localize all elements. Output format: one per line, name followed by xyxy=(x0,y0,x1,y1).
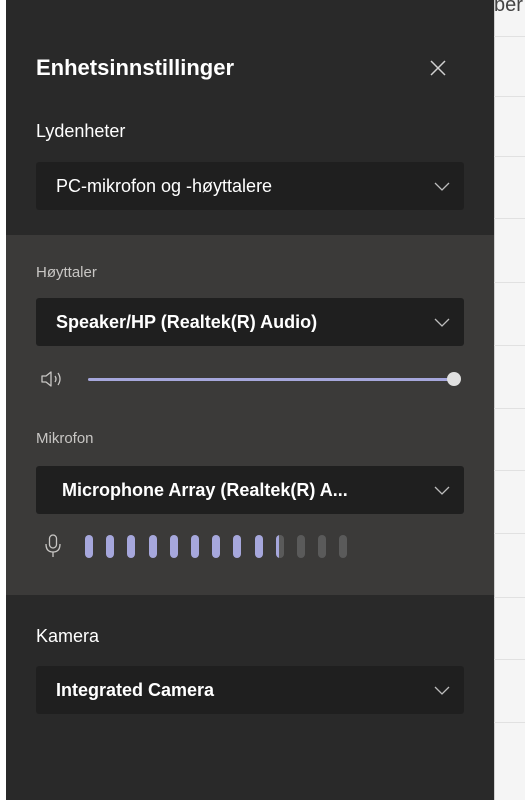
chevron-down-icon xyxy=(434,686,450,695)
background-row-divider xyxy=(494,96,525,97)
audio-devices-selected: PC-mikrofon og -høyttalere xyxy=(56,176,273,196)
background-row-divider xyxy=(494,156,525,157)
background-row-divider xyxy=(494,722,525,723)
background-row-divider xyxy=(494,345,525,346)
camera-dropdown[interactable]: Integrated Camera xyxy=(36,666,464,714)
close-button[interactable] xyxy=(426,56,450,80)
mic-level-bar xyxy=(148,535,157,558)
background-app: ber xyxy=(494,0,525,800)
speaker-mic-section xyxy=(6,235,494,595)
camera-selected: Integrated Camera xyxy=(56,680,215,700)
camera-label: Kamera xyxy=(36,626,100,646)
mic-level-bar xyxy=(106,535,115,558)
background-row-divider xyxy=(494,218,525,219)
device-settings-panel: Enhetsinnstillinger Lydenheter PC-mikrof… xyxy=(6,0,494,800)
background-row-divider xyxy=(494,470,525,471)
speaker-icon xyxy=(41,371,61,387)
speaker-selected: Speaker/HP (Realtek(R) Audio) xyxy=(56,312,318,332)
speaker-dropdown[interactable]: Speaker/HP (Realtek(R) Audio) xyxy=(36,298,464,346)
mic-level-bar xyxy=(85,535,93,558)
audio-devices-label: Lydenheter xyxy=(36,121,126,141)
mic-level-bar xyxy=(212,535,221,558)
mic-level-bar xyxy=(339,535,348,558)
audio-devices-dropdown[interactable]: PC-mikrofon og -høyttalere xyxy=(36,162,464,210)
microphone-icon xyxy=(45,534,61,557)
close-icon xyxy=(430,60,446,76)
panel-title: Enhetsinnstillinger xyxy=(36,55,235,80)
mic-level-bar xyxy=(127,535,136,558)
background-row-divider xyxy=(494,597,525,598)
background-row-divider xyxy=(494,36,525,37)
background-divider xyxy=(494,0,495,800)
speaker-volume-thumb[interactable] xyxy=(447,372,461,386)
background-row-divider xyxy=(494,659,525,660)
chevron-down-icon xyxy=(434,182,450,191)
background-row-divider xyxy=(494,408,525,409)
mic-level-bar xyxy=(318,535,327,558)
speaker-label: Høyttaler xyxy=(36,264,97,281)
background-row-divider xyxy=(494,282,525,283)
mic-level-bar xyxy=(169,535,178,558)
chevron-down-icon xyxy=(434,318,450,327)
microphone-label: Mikrofon xyxy=(36,430,94,447)
background-row-divider xyxy=(494,533,525,534)
screen: ber Enhetsinnstillinger Lydenheter PC-mi… xyxy=(0,0,525,800)
mic-level-bar xyxy=(297,535,305,558)
chevron-down-icon xyxy=(434,486,450,495)
background-partial-text: ber xyxy=(494,0,523,16)
mic-level-bar xyxy=(191,535,199,558)
mic-level-bar xyxy=(254,535,263,558)
mic-level-bar xyxy=(233,535,242,558)
speaker-volume-track[interactable] xyxy=(88,378,454,381)
microphone-dropdown[interactable]: Microphone Array (Realtek(R) A... xyxy=(36,466,464,514)
mic-level-bar xyxy=(275,535,284,558)
microphone-selected: Microphone Array (Realtek(R) A... xyxy=(62,480,348,500)
